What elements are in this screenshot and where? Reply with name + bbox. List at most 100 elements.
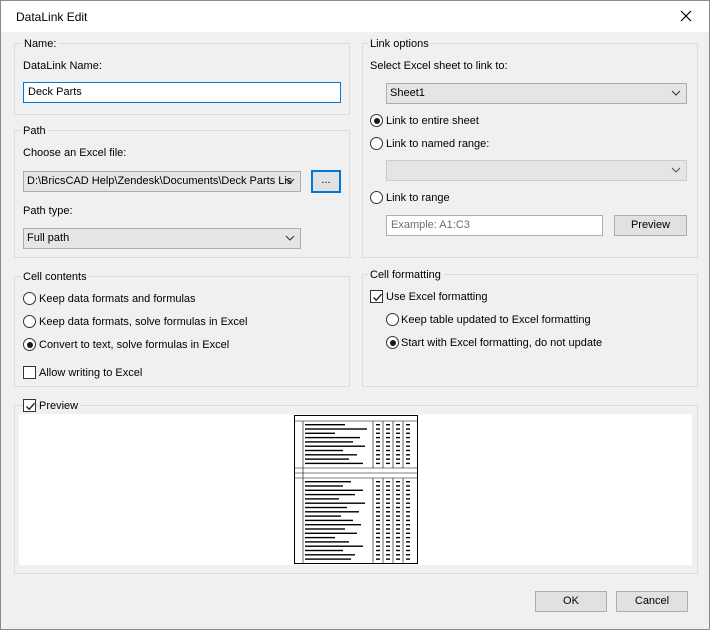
preview-label[interactable]: Preview [39,400,81,412]
start-with-excel-radio[interactable] [386,336,399,349]
thumbnail-row [305,445,365,447]
datalink-name-input[interactable]: Deck Parts [23,82,341,103]
thumbnail-cell [386,428,390,430]
keep-formats-solve-label[interactable]: Keep data formats, solve formulas in Exc… [39,316,247,328]
link-entire-sheet-label[interactable]: Link to entire sheet [386,115,479,127]
thumbnail-cell [386,536,390,539]
thumbnail-cell [376,481,380,483]
excel-file-value: D:\BricsCAD Help\Zendesk\Documents\Deck … [27,175,293,187]
thumbnail-cell [386,528,390,530]
thumbnail-cell [386,424,390,426]
thumbnail-cell [396,485,400,487]
thumbnail-cell [406,449,410,452]
close-icon [680,10,692,22]
named-range-combo[interactable] [386,160,687,181]
excel-file-combo[interactable]: D:\BricsCAD Help\Zendesk\Documents\Deck … [23,171,301,192]
datalink-edit-dialog: DataLink Edit Name: DataLink Name: Deck … [0,0,710,630]
thumbnail-cell [376,541,380,543]
thumbnail-cell [406,485,410,487]
thumbnail-cell [386,558,390,560]
thumbnail-cell [406,458,410,460]
thumbnail-cell [396,441,400,443]
thumbnail-cell [396,449,400,452]
table-thumbnail-graphic [295,420,417,563]
range-preview-button[interactable]: Preview [614,215,687,236]
thumbnail-cell [386,511,390,513]
cancel-button[interactable]: Cancel [616,591,688,612]
thumbnail-row [305,511,359,513]
window-title: DataLink Edit [16,10,88,24]
thumbnail-cell [406,541,410,543]
thumbnail-cell [396,454,400,456]
thumbnail-cell [376,558,380,560]
convert-to-text-label[interactable]: Convert to text, solve formulas in Excel [39,339,229,351]
thumbnail-cell [376,506,380,509]
ok-button[interactable]: OK [535,591,607,612]
thumbnail-cell [376,511,380,513]
thumbnail-cell [376,449,380,452]
preview-checkbox[interactable] [23,399,36,412]
thumbnail-row [305,502,365,504]
thumbnail-cell [376,424,380,426]
thumbnail-cell [376,554,380,556]
thumbnail-cell [396,506,400,509]
thumbnail-row [305,489,363,491]
thumbnail-cell [386,449,390,452]
link-named-range-radio[interactable] [370,137,383,150]
allow-writing-label[interactable]: Allow writing to Excel [39,367,142,379]
thumbnail-cell [396,498,400,500]
close-button[interactable] [663,1,709,32]
thumbnail-cell [406,424,410,426]
thumbnail-cell [386,493,390,496]
thumbnail-cell [396,458,400,460]
keep-table-updated-label[interactable]: Keep table updated to Excel formatting [401,314,591,326]
keep-formats-formulas-label[interactable]: Keep data formats and formulas [39,293,196,305]
thumbnail-cell [396,489,400,491]
thumbnail-cell [406,441,410,443]
thumbnail-cell [386,554,390,556]
use-excel-formatting-label[interactable]: Use Excel formatting [386,291,487,303]
thumbnail-row [305,441,353,443]
thumbnail-row [305,558,351,560]
thumbnail-cell [396,549,400,552]
excel-sheet-label: Select Excel sheet to link to: [370,60,508,72]
link-range-label[interactable]: Link to range [386,192,450,204]
convert-to-text-radio[interactable] [23,338,36,351]
thumbnail-row [305,536,335,539]
path-type-combo[interactable]: Full path [23,228,301,249]
thumbnail-row [305,458,349,460]
start-with-excel-label[interactable]: Start with Excel formatting, do not upda… [401,337,602,349]
excel-sheet-combo[interactable]: Sheet1 [386,83,687,104]
link-named-range-label[interactable]: Link to named range: [386,138,489,150]
thumbnail-cell [406,519,410,522]
use-excel-formatting-checkbox[interactable] [370,290,383,303]
thumbnail-cell [396,436,400,439]
thumbnail-cell [376,445,380,447]
browse-button[interactable]: ... [311,170,341,193]
thumbnail-cell [396,481,400,483]
thumbnail-cell [396,545,400,547]
link-entire-sheet-radio[interactable] [370,114,383,127]
thumbnail-cell [376,498,380,500]
path-type-label: Path type: [23,205,73,217]
thumbnail-cell [406,498,410,500]
keep-formats-formulas-radio[interactable] [23,292,36,305]
thumbnail-cell [386,489,390,491]
keep-table-updated-radio[interactable] [386,313,399,326]
excel-file-label: Choose an Excel file: [23,147,127,159]
thumbnail-cell [396,554,400,556]
thumbnail-cell [386,462,390,465]
link-range-radio[interactable] [370,191,383,204]
thumbnail-row [305,528,345,530]
thumbnail-cell [386,458,390,460]
thumbnail-row [305,524,361,526]
thumbnail-cell [376,515,380,517]
allow-writing-checkbox[interactable] [23,366,36,379]
chevron-down-icon [671,167,681,173]
thumbnail-row [305,436,360,439]
range-input[interactable]: Example: A1:C3 [386,215,603,236]
thumbnail-cell [386,506,390,509]
thumbnail-cell [406,462,410,465]
keep-formats-solve-radio[interactable] [23,315,36,328]
path-type-value: Full path [27,232,70,244]
